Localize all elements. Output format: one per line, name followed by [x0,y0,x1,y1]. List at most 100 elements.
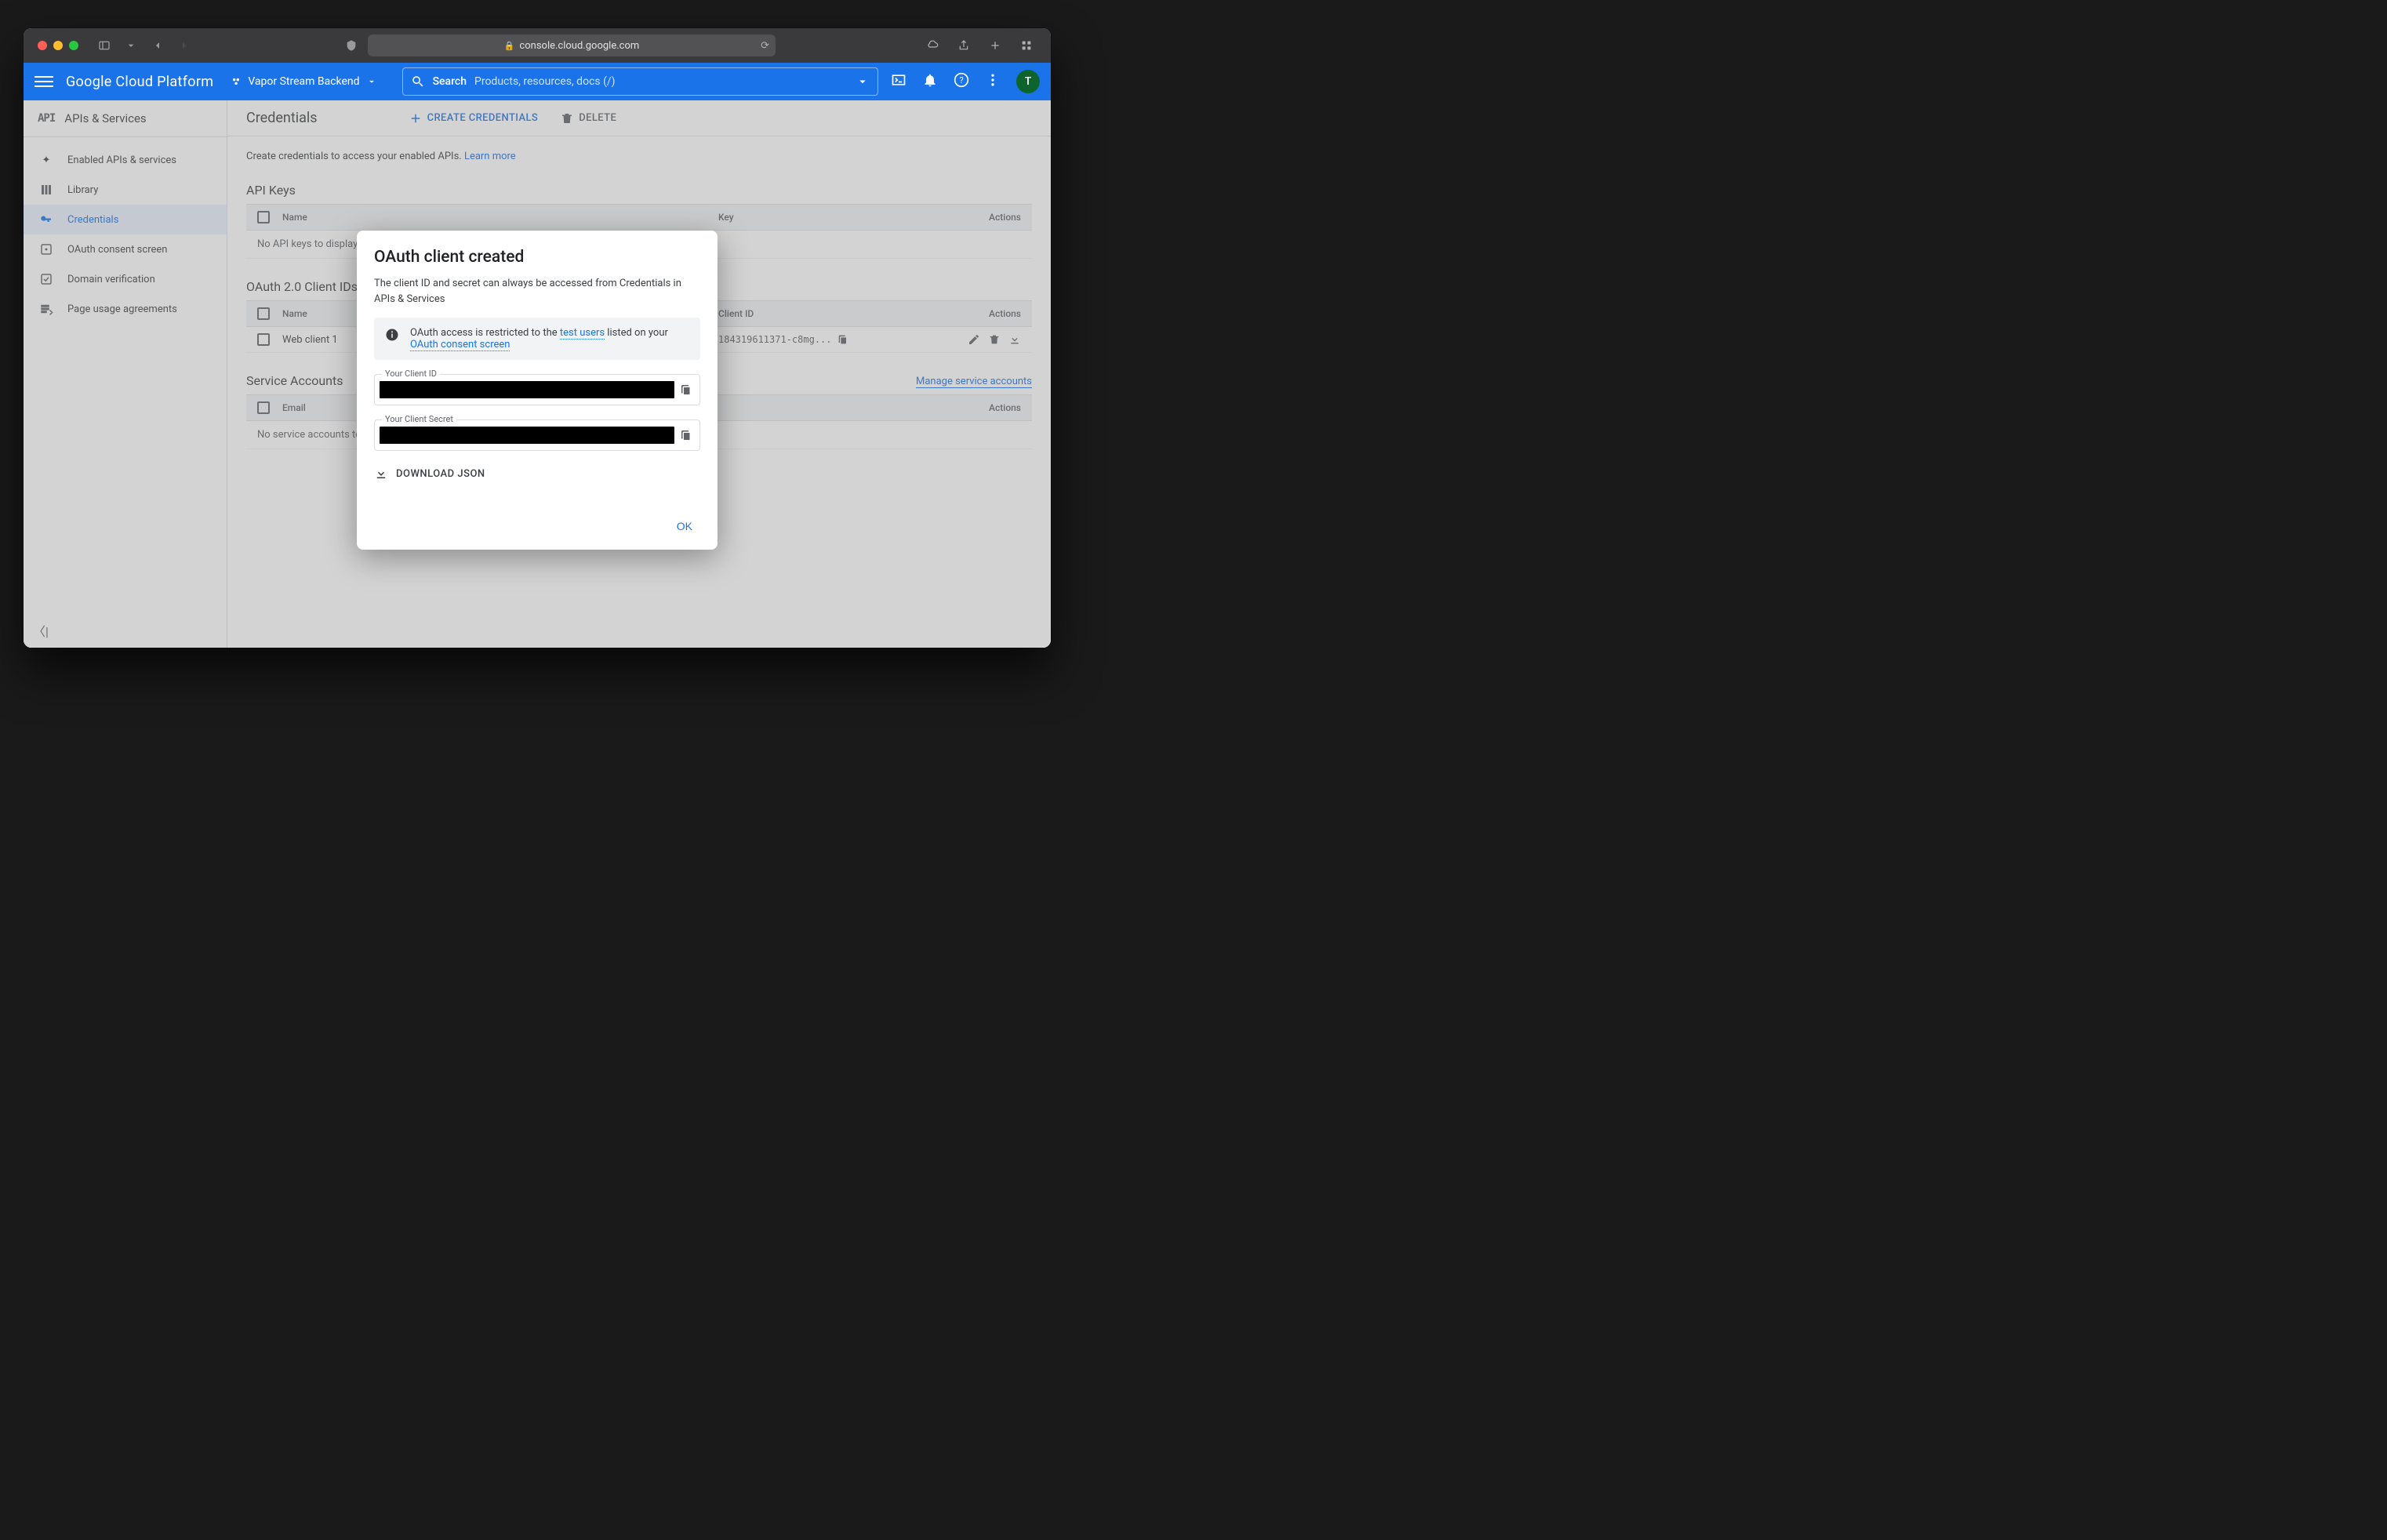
oauth-consent-link[interactable]: OAuth consent screen [410,339,510,351]
create-credentials-button[interactable]: CREATE CREDENTIALS [409,111,539,125]
delete-button[interactable]: DELETE [560,111,616,125]
client-id-field: Your Client ID [374,374,700,405]
col-name: Name [282,212,718,223]
sidebar-item-page-usage[interactable]: Page usage agreements [24,294,227,324]
project-picker[interactable]: Vapor Stream Backend [226,72,381,91]
reload-icon[interactable]: ⟳ [761,40,769,52]
copy-icon[interactable] [837,333,849,346]
cloud-icon[interactable] [922,35,943,56]
info-icon [385,328,399,342]
col-actions: Actions [954,308,1032,319]
search-label: Search [433,75,467,88]
manage-service-accounts-link[interactable]: Manage service accounts [916,376,1032,388]
sidebar-item-label: Domain verification [67,274,155,285]
page-title: Credentials [246,110,318,126]
minimize-window-button[interactable] [53,41,63,50]
shield-icon[interactable] [341,35,362,56]
api-keys-table-header: Name Key Actions [246,204,1032,231]
chevron-down-icon[interactable] [121,35,141,56]
col-actions: Actions [954,402,1032,413]
page-header: Credentials CREATE CREDENTIALS DELETE [227,100,1051,136]
col-key: Key [718,212,954,223]
library-icon [39,183,53,197]
sidebar-item-label: Page usage agreements [67,303,177,315]
checkbox[interactable] [257,401,270,414]
trash-icon [560,111,574,125]
collapse-sidebar-button[interactable]: 〈| [30,619,52,641]
sidebar-toggle-icon[interactable] [94,35,114,56]
chevron-down-icon [366,76,377,87]
close-window-button[interactable] [38,41,47,50]
sidebar-title: APIs & Services [64,111,146,125]
sidebar-item-label: Enabled APIs & services [67,154,176,166]
new-tab-icon[interactable] [985,35,1005,56]
back-button[interactable] [147,35,168,56]
gcp-topbar: Google Cloud Platform Vapor Stream Backe… [24,63,1051,100]
client-secret-value-redacted [380,427,674,444]
lock-icon: 🔒 [504,41,515,51]
col-actions: Actions [954,212,1032,223]
share-icon[interactable] [954,35,974,56]
sidebar-item-oauth-consent[interactable]: OAuth consent screen [24,234,227,264]
url-bar[interactable]: 🔒 console.cloud.google.com ⟳ [368,35,776,56]
svg-text:?: ? [959,75,963,85]
api-badge-icon: API [38,112,55,125]
avatar[interactable]: T [1016,70,1040,93]
diamond-icon: ✦ [39,153,53,167]
maximize-window-button[interactable] [69,41,78,50]
search-placeholder: Products, resources, docs (/) [474,75,848,88]
tabs-overview-icon[interactable] [1016,35,1037,56]
oauth-client-id: 184319611371-c8mg... [718,334,832,345]
project-hex-icon [231,76,242,87]
sidebar-item-credentials[interactable]: Credentials [24,205,227,234]
checkbox[interactable] [257,333,270,346]
agreements-icon [39,302,53,316]
cloud-shell-icon[interactable] [891,72,906,91]
section-title-api-keys: API Keys [246,183,1032,198]
client-id-value-redacted [380,381,674,398]
key-icon [39,212,53,227]
section-title-service-accounts: Service Accounts [246,373,343,388]
sidebar-item-label: OAuth consent screen [67,244,167,256]
plus-icon [409,111,423,125]
checkbox[interactable] [257,307,270,320]
client-id-label: Your Client ID [382,369,440,379]
sidebar-item-domain-verification[interactable]: Domain verification [24,264,227,294]
platform-logo[interactable]: Google Cloud Platform [66,74,213,90]
sidebar-item-label: Credentials [67,214,118,226]
help-icon[interactable]: ? [954,72,969,91]
project-name: Vapor Stream Backend [248,75,359,88]
sidebar: API APIs & Services ✦ Enabled APIs & ser… [24,100,227,648]
copy-client-id-button[interactable] [679,383,693,397]
nav-menu-button[interactable] [35,72,53,91]
more-icon[interactable] [985,72,1001,91]
modal-title: OAuth client created [374,248,700,267]
consent-icon [39,242,53,256]
info-box: OAuth access is restricted to the test u… [374,318,700,360]
sidebar-item-library[interactable]: Library [24,175,227,205]
learn-more-link[interactable]: Learn more [464,151,516,162]
test-users-link[interactable]: test users [560,327,605,340]
download-icon [374,467,388,481]
edit-icon[interactable] [968,333,980,346]
ok-button[interactable]: OK [669,514,700,539]
forward-button[interactable] [174,35,194,56]
client-secret-field: Your Client Secret [374,420,700,451]
browser-window: 🔒 console.cloud.google.com ⟳ Google Clou… [24,28,1051,648]
notifications-icon[interactable] [922,72,938,91]
col-client-id: Client ID [718,308,954,319]
search-icon [411,74,425,89]
client-secret-label: Your Client Secret [382,414,456,424]
download-icon[interactable] [1008,333,1021,346]
url-text: console.cloud.google.com [519,40,639,52]
checkbox[interactable] [257,211,270,223]
trash-icon[interactable] [988,333,1001,346]
download-json-button[interactable]: DOWNLOAD JSON [374,465,700,482]
oauth-created-modal: OAuth client created The client ID and s… [357,231,718,550]
search-bar[interactable]: Search Products, resources, docs (/) [402,67,878,96]
intro-text: Create credentials to access your enable… [246,151,1032,162]
sidebar-item-label: Library [67,184,98,196]
sidebar-item-enabled-apis[interactable]: ✦ Enabled APIs & services [24,145,227,175]
copy-client-secret-button[interactable] [679,428,693,442]
modal-description: The client ID and secret can always be a… [374,276,700,307]
